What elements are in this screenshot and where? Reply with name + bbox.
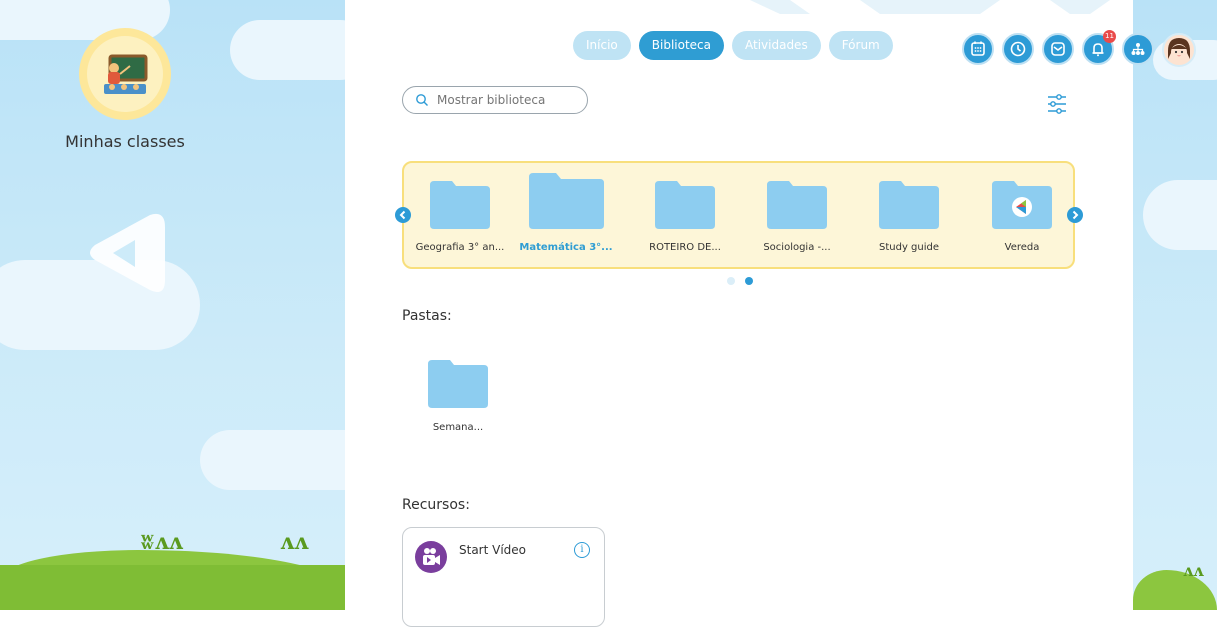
library-carousel: Geografia 3° an... Matemática 3°... ROTE… [395, 161, 1083, 269]
recursos-heading: Recursos: [402, 497, 470, 513]
pastas-heading: Pastas: [402, 308, 452, 324]
pagination-dot[interactable] [727, 277, 735, 285]
hierarchy-button[interactable] [1122, 33, 1154, 65]
library-search [402, 86, 588, 114]
main-nav-tabs: Início Biblioteca Atividades Fórum [573, 31, 893, 60]
notifications-button[interactable]: 11 [1082, 30, 1116, 65]
search-icon [416, 94, 428, 106]
info-icon[interactable]: i [574, 542, 590, 558]
tab-biblioteca[interactable]: Biblioteca [638, 31, 724, 60]
folder-icon [428, 360, 488, 408]
top-watermark-decoration [750, 0, 1110, 14]
pasta-folder[interactable]: Semana... [428, 358, 488, 433]
folder-label: Matemática 3°... [519, 242, 613, 253]
calendar-button[interactable] [962, 33, 994, 65]
brand-logo-watermark [90, 213, 165, 293]
search-input[interactable] [435, 92, 569, 108]
resource-card[interactable]: Start Vídeo i [402, 527, 605, 627]
pagination-dot-active[interactable] [745, 277, 753, 285]
folder-label: Vereda [1004, 242, 1040, 253]
cloud-decoration [200, 430, 345, 490]
folder-label: Sociologia -... [763, 242, 831, 253]
class-avatar-inner [87, 36, 163, 112]
tab-forum[interactable]: Fórum [828, 31, 893, 60]
cloud-decoration [230, 20, 345, 80]
user-face-icon [1168, 38, 1190, 60]
mail-button[interactable] [1042, 33, 1074, 65]
resource-title: Start Vídeo [459, 543, 527, 557]
chevron-left-icon [399, 210, 406, 220]
right-background: ʌʌ [1133, 0, 1217, 610]
main-panel: Início Biblioteca Atividades Fórum 11 Mo… [345, 0, 1196, 627]
video-app-icon [415, 541, 447, 573]
carousel-pagination [727, 277, 753, 285]
carousel-folder-active[interactable]: Matemática 3°... [516, 171, 616, 253]
header-icon-bar: 11 [962, 30, 1196, 67]
video-camera-icon [423, 548, 440, 565]
folder-label: Geografia 3° an... [415, 242, 505, 253]
carousel-prev-button[interactable] [395, 207, 411, 223]
folder-icon [767, 181, 827, 229]
clock-icon [1010, 41, 1026, 57]
grass-decoration [1133, 570, 1217, 610]
folder-label: ROTEIRO DE... [649, 242, 721, 253]
carousel-folder[interactable]: Study guide [859, 179, 959, 253]
tab-inicio[interactable]: Início [573, 31, 631, 60]
clock-button[interactable] [1002, 33, 1034, 65]
cloud-decoration [1143, 180, 1217, 250]
folder-icon [879, 181, 939, 229]
folder-label: Study guide [878, 242, 939, 253]
mail-icon [1051, 42, 1065, 56]
user-avatar[interactable] [1162, 33, 1196, 67]
grass-decoration [0, 565, 345, 610]
carousel-folder[interactable]: Sociologia -... [747, 179, 847, 253]
sitemap-icon [1131, 43, 1145, 55]
notification-count-badge: 11 [1103, 30, 1116, 43]
carousel-folder[interactable]: Vereda [972, 179, 1072, 253]
carousel-folder[interactable]: ROTEIRO DE... [635, 179, 735, 253]
class-avatar[interactable] [79, 28, 171, 120]
sidebar-background: ʬʌʌ ʌʌ Minhas classes [0, 0, 345, 610]
grass-tuft-decoration: ʬʌʌ [140, 529, 183, 555]
folder-icon [528, 173, 604, 229]
bell-icon [1092, 43, 1104, 57]
tab-atividades[interactable]: Atividades [732, 31, 821, 60]
grass-tuft-decoration: ʌʌ [1183, 561, 1204, 580]
grass-tuft-decoration: ʌʌ [280, 529, 309, 555]
folder-app-icon [992, 181, 1052, 229]
classes-title: Minhas classes [65, 132, 185, 151]
carousel-folder[interactable]: Geografia 3° an... [410, 179, 510, 253]
calendar-icon [971, 41, 985, 56]
chevron-right-icon [1072, 210, 1079, 220]
carousel-next-button[interactable] [1067, 207, 1083, 223]
teacher-blackboard-icon [104, 54, 148, 94]
filter-settings-icon[interactable] [1045, 92, 1069, 116]
folder-icon [655, 181, 715, 229]
folder-label: Semana... [432, 422, 484, 433]
folder-icon [430, 181, 490, 229]
